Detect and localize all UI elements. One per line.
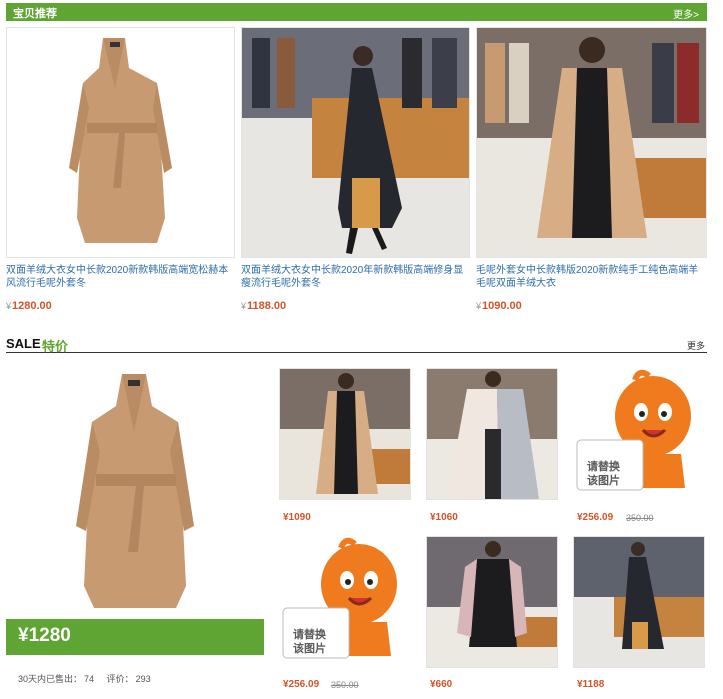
sale-item-price-2: ¥1060 bbox=[430, 512, 458, 523]
featured-product-image[interactable] bbox=[6, 356, 264, 618]
sale-item-image-6[interactable] bbox=[573, 536, 705, 668]
sale-item-image-5[interactable] bbox=[426, 536, 558, 668]
recommend-header: 宝贝推荐 更多> bbox=[6, 3, 707, 21]
product-title-2[interactable]: 双面羊绒大衣女中长款2020年新款韩版高端修身显瘦流行毛呢外套冬 bbox=[241, 264, 470, 290]
placeholder-text-3: 请替换 该图片 bbox=[587, 461, 620, 487]
sale-item-image-2[interactable] bbox=[426, 368, 558, 500]
sale-title-en: SALE bbox=[6, 336, 41, 351]
sale-item-price-4: ¥256.09 bbox=[283, 679, 320, 690]
product-price-1: ¥1280.00 bbox=[6, 300, 52, 312]
sale-more-link[interactable]: 更多 bbox=[687, 339, 705, 352]
sale-item-price-6: ¥1188 bbox=[577, 679, 605, 690]
sale-item-image-3[interactable]: 请替换 该图片 bbox=[573, 368, 705, 500]
featured-price: ¥1280 bbox=[18, 625, 71, 646]
sale-item-image-1[interactable] bbox=[279, 368, 411, 500]
product-image-2[interactable] bbox=[241, 27, 470, 258]
sale-item-original-4: 350.00 bbox=[331, 680, 359, 690]
sale-item-price-5: ¥660 bbox=[430, 679, 453, 690]
placeholder-text-4: 请替换 该图片 bbox=[293, 629, 326, 655]
featured-price-bar: ¥1280 bbox=[6, 619, 264, 655]
product-image-1[interactable] bbox=[6, 27, 235, 258]
product-image-3[interactable] bbox=[476, 27, 707, 258]
sale-item-price-3: ¥256.09 bbox=[577, 512, 614, 523]
sale-header: SALE 特价 更多 bbox=[6, 336, 707, 354]
product-price-2: ¥1188.00 bbox=[241, 300, 287, 312]
product-price-3: ¥1090.00 bbox=[476, 300, 522, 312]
sale-title-cn: 特价 bbox=[42, 339, 69, 354]
sale-item-price-1: ¥1090 bbox=[283, 512, 311, 523]
featured-stats: 30天内已售出： 74 评价： 293 bbox=[18, 674, 151, 684]
recommend-title: 宝贝推荐 bbox=[13, 8, 57, 20]
more-link[interactable]: 更多> bbox=[673, 6, 699, 21]
sale-item-image-4[interactable]: 请替换 该图片 bbox=[279, 536, 411, 668]
product-title-1[interactable]: 双面羊绒大衣女中长款2020新款韩版高端宽松赫本风流行毛呢外套冬 bbox=[6, 264, 235, 290]
product-title-3[interactable]: 毛呢外套女中长款韩版2020新款纯手工纯色高端羊毛呢双面羊绒大衣 bbox=[476, 264, 707, 290]
sale-item-original-3: 350.00 bbox=[626, 513, 654, 523]
